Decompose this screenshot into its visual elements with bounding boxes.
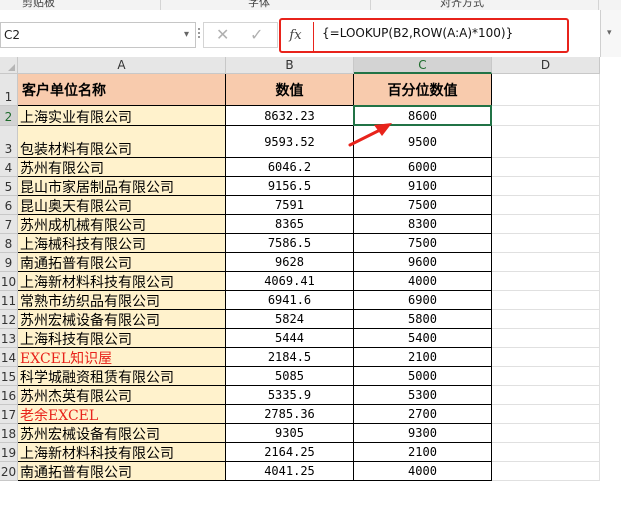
ribbon-group-labels: 剪贴板 字体 对齐方式: [0, 0, 621, 10]
check-icon[interactable]: ✓: [250, 25, 263, 44]
red-arrow-icon: [348, 123, 392, 147]
insert-function-button[interactable]: fx: [282, 24, 309, 48]
chevron-down-icon: ▾: [607, 28, 612, 38]
formula-highlight-box: fx {=LOOKUP(B2,ROW(A:A)*100)}: [279, 18, 569, 53]
name-box[interactable]: C2 ▾: [0, 22, 196, 48]
fx-icon: fx: [289, 28, 302, 43]
formula-bar: C2 ▾ ✕ ✓ fx {=LOOKUP(B2,ROW(A:A)*100)} ▾: [0, 10, 621, 57]
expand-formula-bar[interactable]: ▾: [600, 10, 621, 57]
resize-handle[interactable]: [198, 28, 200, 40]
chevron-down-icon[interactable]: ▾: [184, 29, 189, 40]
name-box-value: C2: [4, 28, 21, 42]
formula-actions: ✕ ✓: [203, 22, 278, 48]
ribbon-font-label: 字体: [248, 0, 270, 9]
ribbon-alignment-label: 对齐方式: [440, 0, 484, 9]
formula-input[interactable]: {=LOOKUP(B2,ROW(A:A)*100)}: [322, 26, 513, 40]
ribbon-clipboard-label: 剪贴板: [22, 0, 55, 9]
worksheet-grid[interactable]: A B C D 1 客户单位名称 数值 百分位数值 2 上海实业有限公司 8632.23 8600 3 包…: [0, 57, 621, 511]
cancel-icon[interactable]: ✕: [216, 25, 229, 44]
